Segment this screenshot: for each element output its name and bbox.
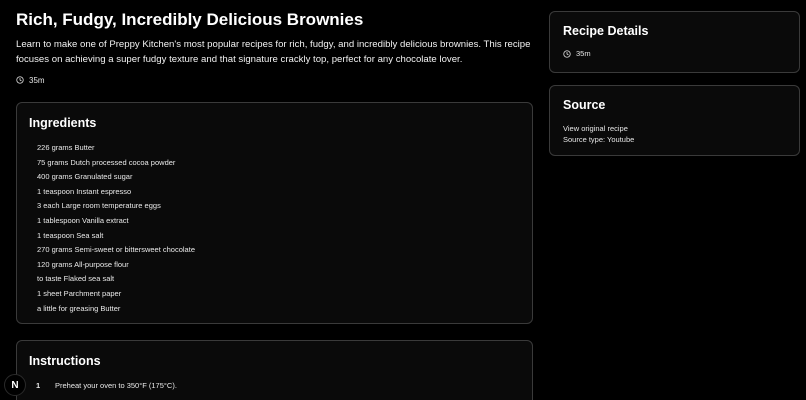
list-item: 1 teaspoon Instant espresso: [37, 186, 132, 196]
recipe-header: Rich, Fudgy, Incredibly Delicious Browni…: [16, 8, 533, 86]
n-logo-letter: N: [11, 379, 19, 391]
list-item: to taste Flaked sea salt: [37, 274, 115, 284]
recipe-description: Learn to make one of Preppy Kitchen's mo…: [16, 39, 531, 65]
n-logo-icon[interactable]: N: [4, 374, 26, 396]
source-info: View original recipe Source type: Youtub…: [563, 124, 786, 145]
source-card: Source View original recipe Source type:…: [549, 85, 800, 156]
view-original-link[interactable]: View original recipe: [563, 124, 786, 135]
list-item: 3 each Large room temperature eggs: [37, 201, 161, 211]
list-item: 1 tablespoon Vanilla extract: [37, 215, 129, 225]
recipe-time: 35m: [16, 74, 533, 86]
list-item: 1 teaspoon Sea salt: [37, 230, 104, 240]
recipe-time-value: 35m: [29, 75, 45, 85]
list-item: 75 grams Dutch processed cocoa powder: [37, 157, 176, 167]
step-text: Preheat your oven to 350°F (175°C).: [55, 381, 177, 390]
page-title: Rich, Fudgy, Incredibly Delicious Browni…: [16, 10, 364, 29]
list-item: 400 grams Granulated sugar: [37, 172, 133, 182]
step-number: 1: [36, 381, 41, 390]
ingredients-card: Ingredients 226 grams Butter 75 grams Du…: [16, 102, 533, 324]
clock-icon: [16, 76, 24, 84]
list-item: 226 grams Butter: [37, 143, 95, 152]
list-item: 120 grams All-purpose flour: [37, 259, 129, 269]
source-type: Source type: Youtube: [563, 134, 635, 144]
instructions-card: Instructions 1 Preheat your oven to 350°…: [16, 340, 533, 400]
ingredients-list: 226 grams Butter 75 grams Dutch processe…: [29, 141, 520, 316]
instructions-heading: Instructions: [29, 354, 101, 368]
list-item: 270 grams Semi-sweet or bittersweet choc…: [37, 245, 195, 255]
clock-icon: [563, 49, 571, 58]
instruction-step: 1 Preheat your oven to 350°F (175°C).: [29, 381, 520, 390]
recipe-details-heading: Recipe Details: [563, 24, 649, 38]
details-time-value: 35m: [576, 49, 591, 58]
list-item: a little for greasing Butter: [37, 303, 121, 313]
details-time: 35m: [563, 49, 786, 58]
source-heading: Source: [563, 98, 606, 112]
recipe-details-card: Recipe Details 35m: [549, 11, 800, 73]
recipe-page: Rich, Fudgy, Incredibly Delicious Browni…: [0, 0, 806, 400]
ingredients-heading: Ingredients: [29, 116, 97, 130]
list-item: 1 sheet Parchment paper: [37, 288, 122, 298]
